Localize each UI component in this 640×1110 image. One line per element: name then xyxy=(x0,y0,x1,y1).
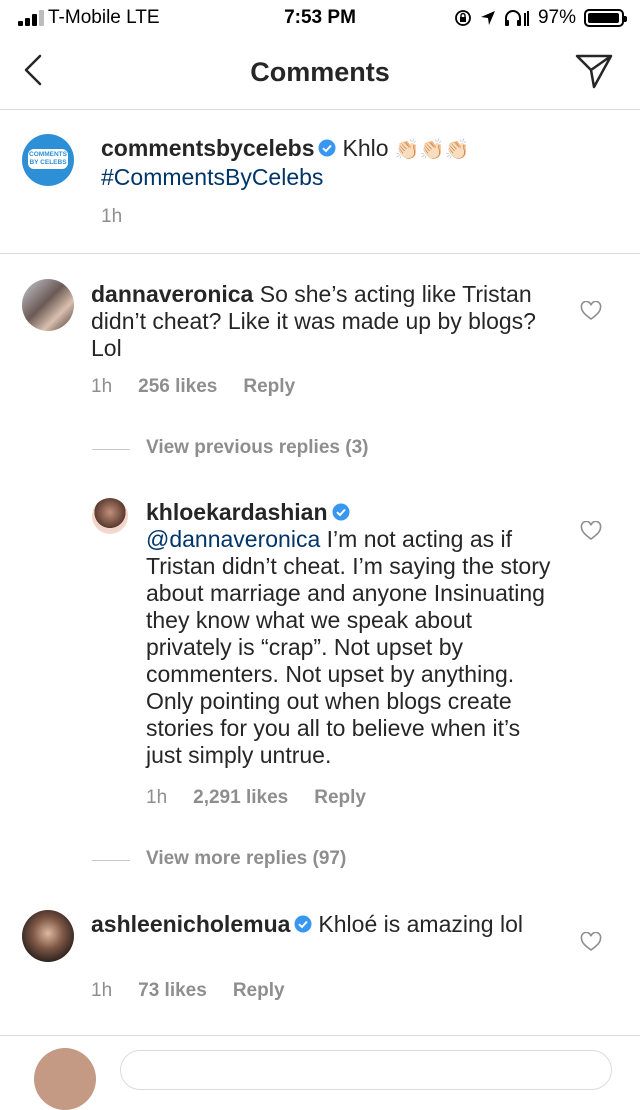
heart-icon[interactable] xyxy=(580,301,602,321)
status-right: 97% xyxy=(454,7,627,29)
verified-icon xyxy=(318,139,336,157)
header: Comments xyxy=(0,36,640,110)
comment-input[interactable] xyxy=(120,1050,612,1090)
comment-2-text: khloekardashian @dannaveronica I’m not a… xyxy=(146,499,561,769)
caption-hashtag[interactable]: #CommentsByCelebs xyxy=(101,164,323,190)
headphones-icon xyxy=(504,10,529,26)
comment-2-body: I’m not acting as if Tristan didn’t chea… xyxy=(146,526,551,768)
comment-3-username[interactable]: ashleenicholemua xyxy=(91,911,290,937)
page-title: Comments xyxy=(250,57,390,87)
view-more-replies-button[interactable]: View more replies (97) xyxy=(146,848,346,870)
heart-icon[interactable] xyxy=(580,521,602,541)
comment-3-likes[interactable]: 73 likes xyxy=(138,980,207,1001)
khloekardashian-avatar[interactable] xyxy=(92,498,128,534)
comment-1-username[interactable]: dannaveronica xyxy=(91,281,253,307)
replies-divider xyxy=(92,449,130,450)
caption-meta: 1h xyxy=(101,206,148,228)
logo-text-line1: COMMENTS xyxy=(29,151,67,158)
ashleenicholemua-avatar[interactable] xyxy=(22,910,74,962)
view-previous-replies-button[interactable]: View previous replies (3) xyxy=(146,437,368,459)
comment-1-likes[interactable]: 256 likes xyxy=(138,376,217,397)
caption-text: commentsbycelebs Khlo 👏🏻👏🏻👏🏻 #CommentsByC… xyxy=(101,135,601,191)
comment-1-meta: 1h 256 likes Reply xyxy=(91,376,321,398)
send-icon[interactable] xyxy=(574,52,614,90)
replies-divider xyxy=(92,860,130,861)
comment-1-reply-button[interactable]: Reply xyxy=(243,376,295,397)
battery-percent: 97% xyxy=(537,7,576,28)
caption-time: 1h xyxy=(101,206,123,227)
comment-3-text: ashleenicholemua Khloé is amazing lol xyxy=(91,911,561,938)
battery-fill xyxy=(588,13,620,23)
logo-text: COMMENTS BY CELEBS xyxy=(28,149,68,169)
rotation-lock-icon xyxy=(455,10,471,26)
comment-3-time: 1h xyxy=(91,980,113,1001)
commentsbycelebs-avatar[interactable]: COMMENTS BY CELEBS xyxy=(22,134,74,186)
status-bar: T-Mobile LTE 7:53 PM 97% xyxy=(0,0,640,36)
caption-body: Khlo xyxy=(342,135,389,161)
caption-username[interactable]: commentsbycelebs xyxy=(101,135,314,161)
dannaveronica-avatar[interactable] xyxy=(22,279,74,331)
comment-2-time: 1h xyxy=(146,787,168,808)
post-caption: COMMENTS BY CELEBS commentsbycelebs Khlo 👏… xyxy=(0,110,640,254)
comment-2-likes[interactable]: 2,291 likes xyxy=(193,787,288,808)
comment-2-username[interactable]: khloekardashian xyxy=(146,499,328,525)
logo-text-line2: BY CELEBS xyxy=(29,159,67,166)
clap-emoji: 👏🏻👏🏻👏🏻 xyxy=(394,139,470,161)
composer-divider xyxy=(0,1035,640,1036)
comment-2-meta: 1h 2,291 likes Reply xyxy=(146,787,392,809)
verified-icon xyxy=(294,915,312,933)
comment-2-mention[interactable]: @dannaveronica xyxy=(146,526,320,552)
comment-3-reply-button[interactable]: Reply xyxy=(233,980,285,1001)
verified-icon xyxy=(332,503,350,521)
battery-icon xyxy=(584,9,627,27)
current-user-avatar xyxy=(34,1048,96,1110)
comment-3-meta: 1h 73 likes Reply xyxy=(91,980,311,1002)
heart-icon[interactable] xyxy=(580,932,602,952)
comment-2-reply-button[interactable]: Reply xyxy=(314,787,366,808)
comment-1-text: dannaveronica So she’s acting like Trist… xyxy=(91,281,561,362)
location-icon xyxy=(480,11,495,25)
comment-1-time: 1h xyxy=(91,376,113,397)
comment-3-body: Khloé is amazing lol xyxy=(318,911,523,937)
